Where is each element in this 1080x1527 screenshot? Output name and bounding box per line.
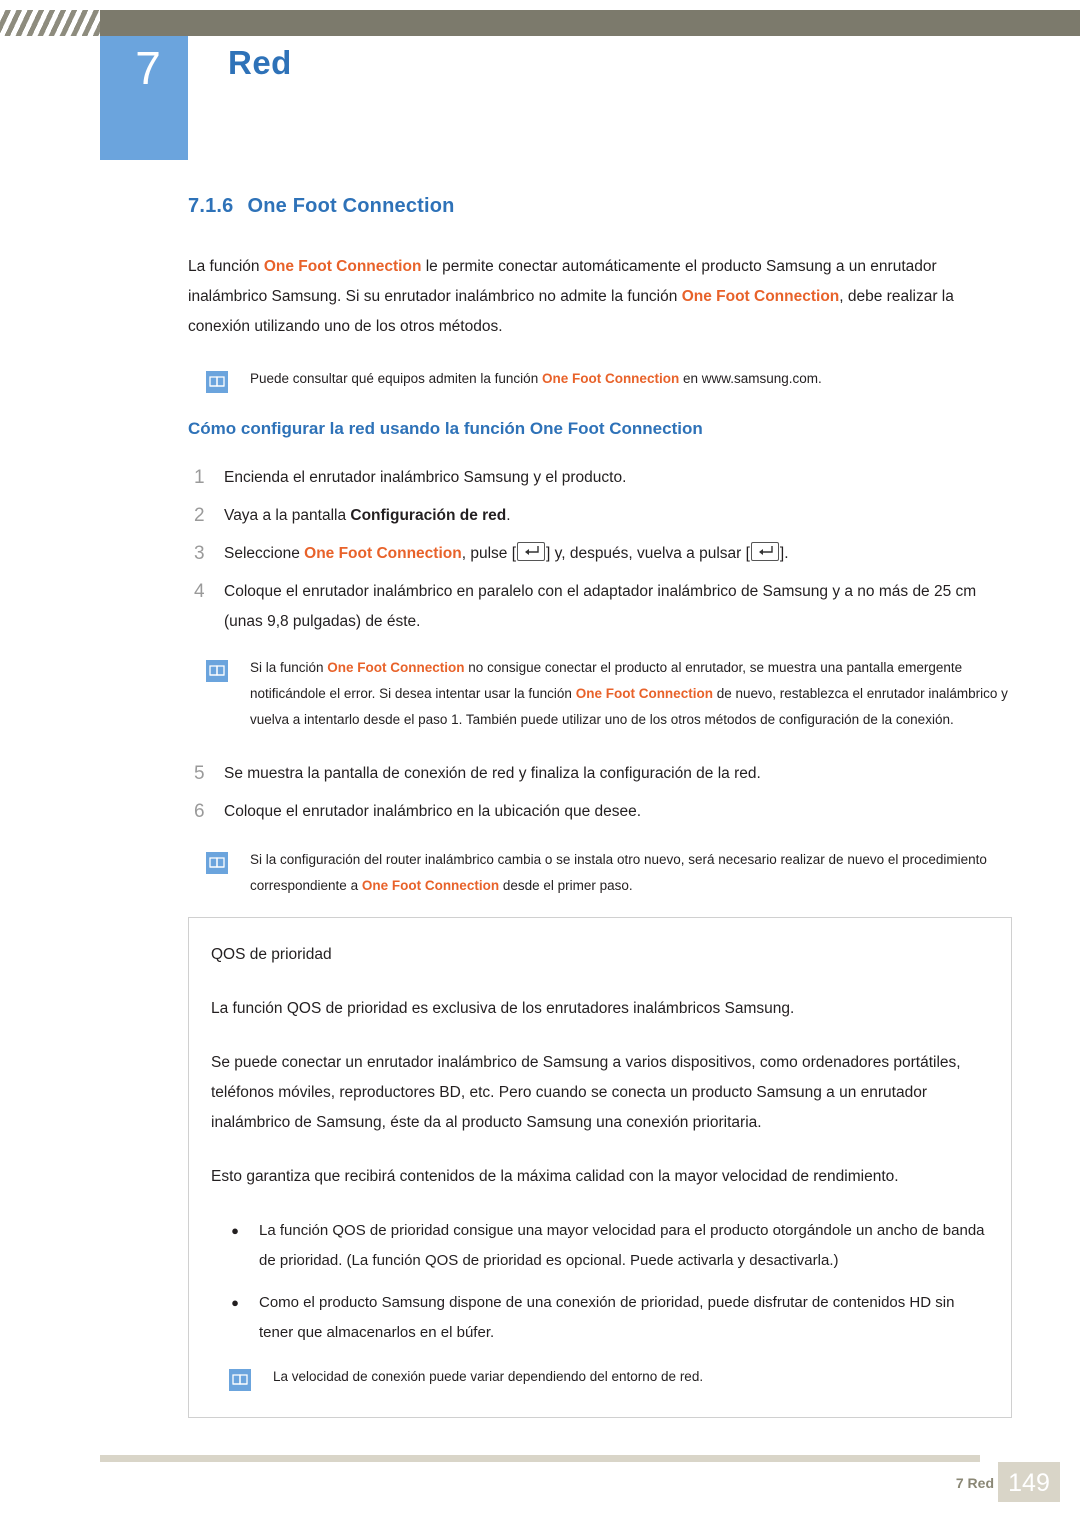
steps-list-continued: 5 Se muestra la pantalla de conexión de … [188, 759, 1012, 827]
step-item: 6 Coloque el enrutador inalámbrico en la… [188, 797, 1012, 827]
step2-pre: Vaya a la pantalla [224, 507, 351, 524]
step2-post: . [506, 507, 511, 524]
note1-part-1: Puede consultar qué equipos admiten la f… [250, 371, 542, 386]
qos-title: QOS de prioridad [211, 946, 332, 963]
step-number: 4 [194, 581, 205, 602]
header-bar [0, 10, 1080, 36]
chapter-title: Red [228, 44, 292, 81]
step-text: Coloque el enrutador inalámbrico en para… [224, 583, 977, 630]
note-icon [206, 852, 228, 874]
qos-note-text: La velocidad de conexión puede variar de… [273, 1369, 704, 1384]
section-heading: 7.1.6 One Foot Connection [188, 195, 1012, 218]
step3-highlight: One Foot Connection [304, 545, 462, 562]
note-text-3: Si la configuración del router inalámbri… [250, 847, 1012, 899]
qos-note-block: La velocidad de conexión puede variar de… [211, 1364, 989, 1391]
qos-paragraph-3: Esto garantiza que recibirá contenidos d… [211, 1168, 899, 1185]
note2-highlight-2: One Foot Connection [575, 686, 713, 701]
step-text: Encienda el enrutador inalámbrico Samsun… [224, 469, 627, 486]
list-item: ● Como el producto Samsung dispone de un… [211, 1288, 989, 1348]
note3-part-2: desde el primer paso. [499, 878, 633, 893]
step-number: 1 [194, 467, 205, 488]
step-item: 2 Vaya a la pantalla Configuración de re… [188, 501, 1012, 531]
step3-mid: , pulse [ [461, 545, 516, 562]
note-text-2: Si la función One Foot Connection no con… [250, 655, 1012, 733]
bullet-dot-icon: ● [231, 1223, 239, 1238]
note1-part-2: en www.samsung.com. [679, 371, 822, 386]
step3-post: ]. [779, 545, 789, 562]
step-item: 4 Coloque el enrutador inalámbrico en pa… [188, 577, 1012, 637]
note2-part-1: Si la función [250, 660, 328, 675]
enter-key-icon [517, 542, 545, 561]
footer-chapter-label: 7 Red [955, 1475, 994, 1491]
subheading: Cómo configurar la red usando la función… [188, 419, 703, 438]
bullet-dot-icon: ● [231, 1295, 239, 1310]
intro-part-1: La función [188, 258, 264, 275]
page-footer: 7 Red 149 [0, 1455, 1080, 1502]
step-item: 3 Seleccione One Foot Connection, pulse … [188, 539, 1012, 569]
step-number: 6 [194, 801, 205, 822]
section-number: 7.1.6 [188, 195, 234, 217]
step3-pre: Seleccione [224, 545, 305, 562]
chapter-number: 7 [135, 42, 161, 94]
section-title-text: One Foot Connection [247, 195, 455, 217]
step-text: Coloque el enrutador inalámbrico en la u… [224, 803, 642, 820]
step-text: Vaya a la pantalla Configuración de red. [224, 501, 1012, 531]
step3-mid2: ] y, después, vuelva a pulsar [ [546, 545, 750, 562]
step2-bold: Configuración de red [350, 507, 507, 524]
step-text: Seleccione One Foot Connection, pulse []… [224, 539, 1012, 569]
note-icon [206, 660, 228, 682]
qos-bullet-list: ● La función QOS de prioridad consigue u… [211, 1216, 989, 1348]
note-text-1: Puede consultar qué equipos admiten la f… [250, 366, 1012, 393]
intro-highlight-1: One Foot Connection [263, 258, 422, 275]
intro-highlight-2: One Foot Connection [681, 288, 840, 305]
step-text: Se muestra la pantalla de conexión de re… [224, 765, 761, 782]
note-block-3: Si la configuración del router inalámbri… [188, 847, 1012, 899]
bullet-text: La función QOS de prioridad consigue una… [259, 1222, 985, 1269]
note-icon [229, 1369, 251, 1391]
note-block-2: Si la función One Foot Connection no con… [188, 655, 1012, 733]
step-number: 3 [194, 543, 205, 564]
step-item: 1 Encienda el enrutador inalámbrico Sams… [188, 463, 1012, 493]
step-number: 2 [194, 505, 205, 526]
list-item: ● La función QOS de prioridad consigue u… [211, 1216, 989, 1276]
qos-section-box: QOS de prioridad La función QOS de prior… [188, 917, 1012, 1418]
header-hatch-decoration [0, 10, 100, 36]
qos-paragraph-1: La función QOS de prioridad es exclusiva… [211, 1000, 795, 1017]
note-icon [206, 371, 228, 393]
steps-list: 1 Encienda el enrutador inalámbrico Sams… [188, 463, 1012, 637]
footer-rule [100, 1455, 980, 1462]
page-content: 7.1.6 One Foot Connection La función One … [188, 195, 1012, 1418]
step-item: 5 Se muestra la pantalla de conexión de … [188, 759, 1012, 789]
note3-highlight-1: One Foot Connection [361, 878, 500, 893]
step-number: 5 [194, 763, 205, 784]
bullet-text: Como el producto Samsung dispone de una … [259, 1294, 955, 1341]
note1-highlight-1: One Foot Connection [541, 371, 680, 386]
intro-paragraph: La función One Foot Connection le permit… [188, 252, 1012, 342]
note-block-1: Puede consultar qué equipos admiten la f… [188, 366, 1012, 393]
page-header: 7 Red [0, 0, 1080, 160]
qos-paragraph-2: Se puede conectar un enrutador inalámbri… [211, 1054, 961, 1131]
note2-highlight-1: One Foot Connection [327, 660, 465, 675]
footer-page-number: 149 [1008, 1469, 1050, 1497]
enter-key-icon [750, 542, 779, 561]
